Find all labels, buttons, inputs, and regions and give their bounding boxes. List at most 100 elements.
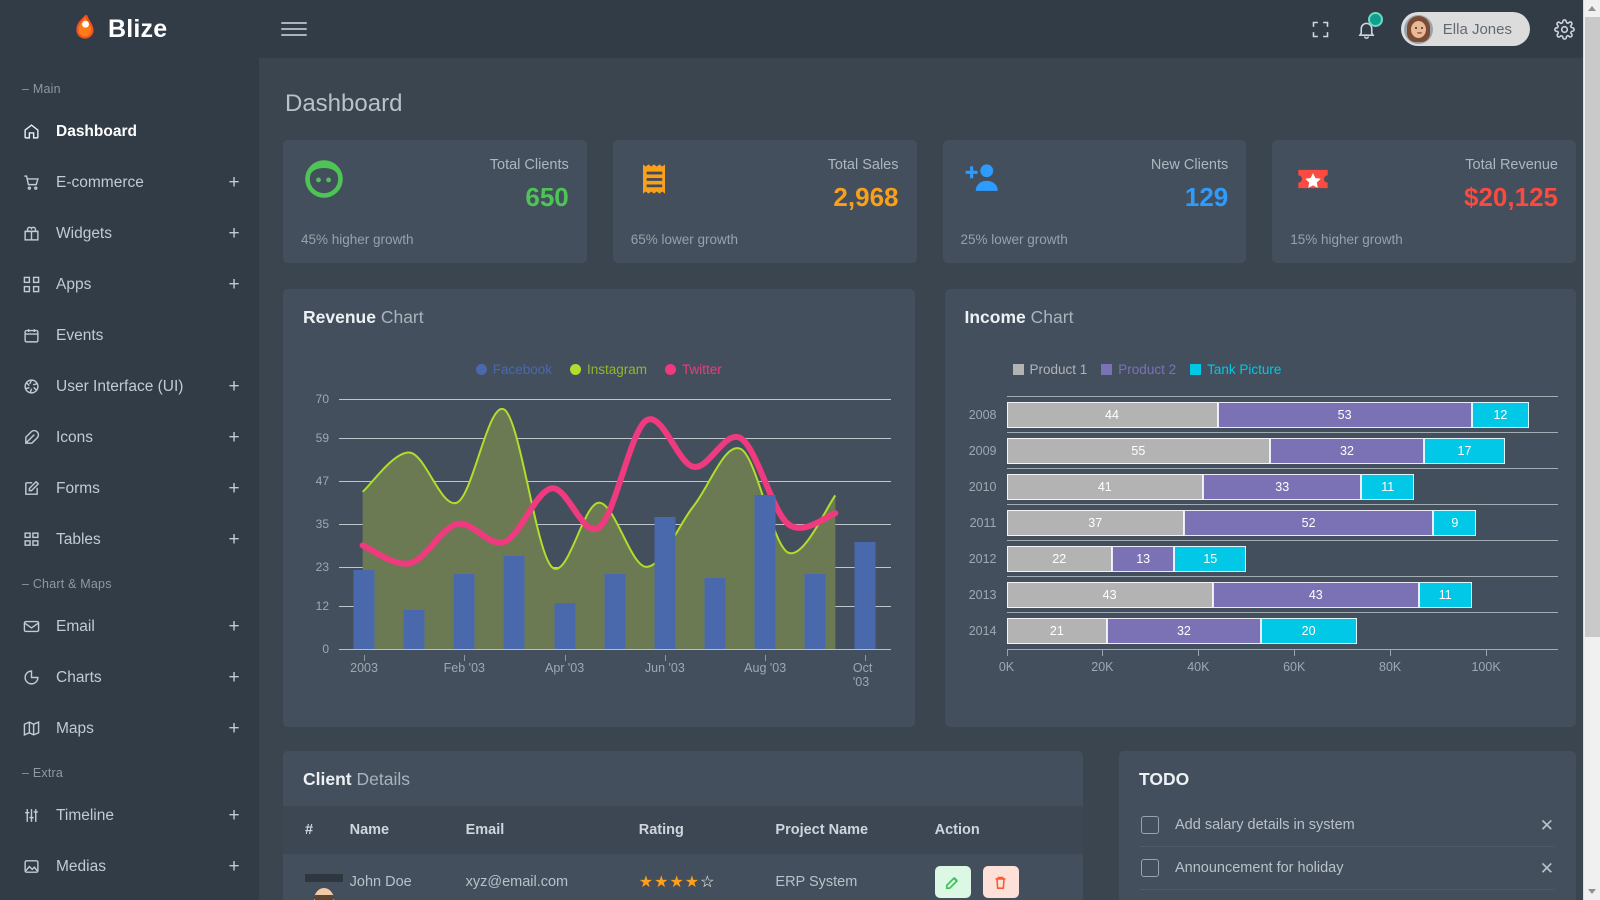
expand-icon[interactable]: +	[227, 719, 241, 738]
bar-segment[interactable]: 37	[1006, 510, 1184, 536]
gridline	[1006, 432, 1558, 433]
bar-segment[interactable]: 32	[1107, 618, 1261, 644]
bar[interactable]	[503, 556, 525, 649]
bar[interactable]	[403, 609, 425, 649]
scroll-up-button[interactable]	[1584, 0, 1600, 17]
bar-segment[interactable]: 43	[1212, 582, 1419, 608]
expand-icon[interactable]: +	[227, 428, 241, 447]
bar-segment[interactable]: 9	[1433, 510, 1477, 536]
bar[interactable]	[453, 574, 475, 649]
expand-icon[interactable]: +	[227, 857, 241, 876]
bar[interactable]	[654, 516, 676, 649]
bar-segment[interactable]: 11	[1361, 474, 1415, 500]
bar[interactable]	[854, 541, 876, 649]
sidebar-item-widgets[interactable]: Widgets +	[0, 208, 259, 259]
bar-segment[interactable]: 12	[1471, 402, 1530, 428]
bar-segment[interactable]: 33	[1203, 474, 1362, 500]
bar-segment[interactable]: 52	[1183, 510, 1434, 536]
sidebar-item-medias[interactable]: Medias +	[0, 841, 259, 892]
close-icon[interactable]: ✕	[1540, 817, 1554, 834]
receipt-icon	[631, 156, 677, 202]
close-icon[interactable]: ✕	[1540, 860, 1554, 877]
bell-icon[interactable]	[1355, 12, 1383, 41]
legend-item-instagram[interactable]: Instagram	[570, 362, 647, 377]
user-menu[interactable]: Ella Jones	[1400, 12, 1530, 46]
legend-item-facebook[interactable]: Facebook	[475, 362, 552, 377]
income-chart-card: Income Chart Product 1 Product 2 Tank Pi…	[944, 289, 1576, 727]
bar-slot	[540, 399, 590, 649]
bar-segment[interactable]: 32	[1270, 438, 1424, 464]
fullscreen-icon[interactable]	[1309, 17, 1333, 41]
bar-segment[interactable]: 21	[1006, 618, 1108, 644]
scrollbar-thumb[interactable]	[1585, 17, 1600, 637]
expand-icon[interactable]: +	[227, 617, 241, 636]
bar-segment[interactable]: 20	[1260, 618, 1357, 644]
edit-button[interactable]	[934, 866, 971, 898]
bar-segment[interactable]: 15	[1174, 546, 1247, 572]
bar-segment[interactable]: 41	[1006, 474, 1204, 500]
cell-avatar	[283, 854, 343, 900]
bar-segment[interactable]: 17	[1423, 438, 1506, 464]
bar[interactable]	[804, 574, 826, 649]
revenue-chart-card: Revenue Chart Facebook Instagram Twitter…	[283, 289, 970, 727]
bar[interactable]	[754, 495, 776, 649]
bar[interactable]	[604, 574, 626, 649]
sidebar-item-email[interactable]: Email +	[0, 601, 259, 652]
sidebar-item-tables[interactable]: Tables +	[0, 514, 259, 565]
sidebar-item-charts[interactable]: Charts +	[0, 652, 259, 703]
todo-checkbox[interactable]	[1141, 859, 1159, 877]
x-tick-label: 20K	[1091, 660, 1114, 674]
sidebar-item-user-interface[interactable]: User Interface (UI) +	[0, 361, 259, 412]
sidebar-item-e-commerce[interactable]: E-commerce +	[0, 157, 259, 208]
todo-list: Add salary details in system ✕ Announcem…	[1119, 790, 1576, 890]
expand-icon[interactable]: +	[227, 224, 241, 243]
delete-button[interactable]	[982, 866, 1019, 898]
expand-icon[interactable]: +	[227, 806, 241, 825]
sidebar-item-apps[interactable]: Apps +	[0, 259, 259, 310]
client-details-card: Client Details # Name Email Rating Proje…	[283, 751, 1083, 900]
brand[interactable]: Blize	[0, 0, 259, 58]
sidebar-item-dashboard[interactable]: Dashboard	[0, 106, 259, 157]
legend-swatch	[475, 364, 487, 375]
legend-item-twitter[interactable]: Twitter	[665, 362, 722, 377]
expand-icon[interactable]: +	[227, 530, 241, 549]
client-table-head: # Name Email Rating Project Name Action	[283, 806, 1083, 854]
bar-segment[interactable]: 44	[1006, 402, 1218, 428]
star-icon: ★	[669, 874, 685, 891]
sidebar-item-maps[interactable]: Maps +	[0, 703, 259, 754]
legend-label: Twitter	[682, 362, 722, 377]
column-header-name: Name	[339, 806, 456, 854]
expand-icon[interactable]: +	[227, 173, 241, 192]
category-label: 2010	[968, 480, 997, 494]
sidebar-item-timeline[interactable]: Timeline +	[0, 790, 259, 841]
sidebar-item-icons[interactable]: Icons +	[0, 412, 259, 463]
expand-icon[interactable]: +	[227, 479, 241, 498]
bar-segment[interactable]: 53	[1217, 402, 1472, 428]
scroll-down-button[interactable]	[1584, 883, 1600, 900]
table-header-row: # Name Email Rating Project Name Action	[283, 806, 1083, 854]
sidebar-item-events[interactable]: Events	[0, 310, 259, 361]
edit-square-icon	[20, 478, 42, 500]
gear-icon[interactable]	[1552, 17, 1576, 41]
bar[interactable]	[554, 602, 576, 649]
bar-segment[interactable]: 11	[1418, 582, 1472, 608]
legend-item-product-2[interactable]: Product 2	[1101, 362, 1176, 377]
todo-item: Announcement for holiday ✕	[1141, 847, 1554, 890]
bar[interactable]	[353, 570, 375, 649]
legend-item-product-1[interactable]: Product 1	[1012, 362, 1087, 377]
expand-icon[interactable]: +	[227, 275, 241, 294]
legend-item-tank-picture[interactable]: Tank Picture	[1190, 362, 1281, 377]
bar-segment[interactable]: 43	[1006, 582, 1213, 608]
page-scrollbar[interactable]	[1583, 0, 1600, 900]
hamburger-icon[interactable]	[281, 19, 307, 39]
x-tick-label: 60K	[1283, 660, 1306, 674]
expand-icon[interactable]: +	[227, 377, 241, 396]
sidebar-item-forms[interactable]: Forms +	[0, 463, 259, 514]
bar[interactable]	[704, 577, 726, 649]
todo-checkbox[interactable]	[1141, 816, 1159, 834]
expand-icon[interactable]: +	[227, 668, 241, 687]
topbar-actions: Ella Jones	[1309, 12, 1576, 46]
bar-segment[interactable]: 55	[1006, 438, 1271, 464]
bar-segment[interactable]: 22	[1006, 546, 1112, 572]
bar-segment[interactable]: 13	[1112, 546, 1175, 572]
